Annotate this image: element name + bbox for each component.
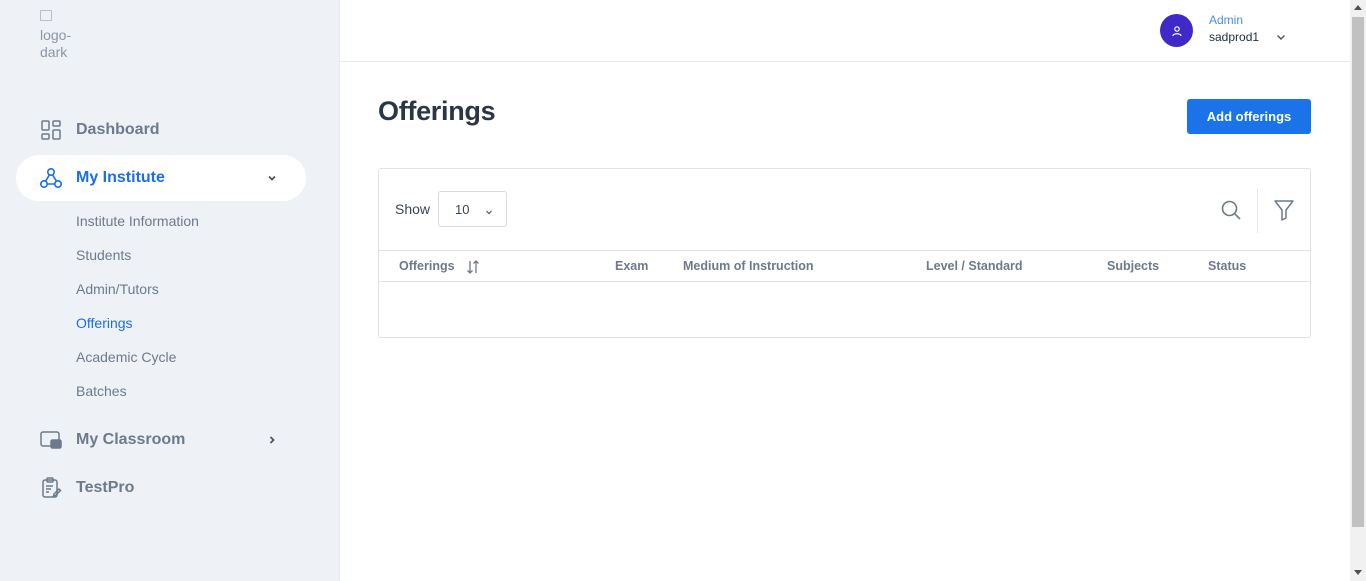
classroom-icon [40,429,62,451]
sidebar-item-label: My Classroom [76,431,186,448]
user-role: Admin [1209,13,1244,27]
testpro-icon [40,477,62,499]
column-header-subjects: Subjects [1107,259,1160,273]
filter-icon[interactable] [1272,198,1296,222]
scroll-down-icon[interactable] [1354,570,1362,575]
scroll-thumb[interactable] [1352,17,1364,527]
institute-icon [40,167,62,189]
page-size-value: 10 [455,201,470,217]
vertical-scrollbar[interactable] [1350,0,1366,581]
page-title: Offerings [378,96,496,126]
add-offerings-button[interactable]: Add offerings [1187,99,1311,134]
sidebar-item-my-classroom[interactable]: My Classroom [16,417,306,463]
offerings-table-card: Show 10 Offerings Exam Medium of Instruc… [378,168,1311,338]
search-icon[interactable] [1220,199,1242,221]
show-label: Show [395,201,431,217]
column-header-medium-of-instruction: Medium of Instruction [683,259,814,273]
column-header-status: Status [1208,259,1247,273]
top-header: Admin sadprod1 [340,0,1350,62]
sidebar-subitem-batches[interactable]: Batches [76,383,127,399]
sidebar-subitem-offerings[interactable]: Offerings [76,315,133,331]
chevron-down-icon [264,170,280,186]
sidebar-subitem-students[interactable]: Students [76,247,131,263]
column-header-exam: Exam [615,259,649,273]
logo-alt-text: logo-dark [40,27,72,58]
sidebar-subitem-academic-cycle[interactable]: Academic Cycle [76,349,176,365]
user-name[interactable]: sadprod1 [1209,30,1259,44]
column-header-offerings[interactable]: Offerings [399,259,455,273]
column-header-level-standard: Level / Standard [926,259,1023,273]
scroll-up-icon[interactable] [1354,5,1362,10]
sidebar-subitem-institute-information[interactable]: Institute Information [76,213,199,229]
chevron-right-icon [264,432,280,448]
sidebar-item-label: TestPro [76,479,135,496]
avatar[interactable] [1160,14,1193,47]
sidebar-item-label: My Institute [76,169,165,186]
sidebar-subitem-admin-tutors[interactable]: Admin/Tutors [76,281,159,297]
sort-icon[interactable] [465,259,481,275]
table-header: Offerings Exam Medium of Instruction Lev… [379,250,1310,282]
sidebar-item-testpro[interactable]: TestPro [16,465,306,511]
sidebar: logo-dark Dashboard My Institute Institu… [0,0,340,581]
broken-image-icon [40,10,52,21]
toolbar-divider [1257,189,1258,233]
sidebar-item-label: Dashboard [76,121,160,138]
dashboard-icon [40,119,62,141]
page-size-select[interactable]: 10 [438,191,507,227]
chevron-down-icon [484,205,494,215]
user-icon [1171,25,1182,36]
sidebar-item-dashboard[interactable]: Dashboard [16,107,306,153]
chevron-down-icon[interactable] [1274,30,1288,44]
logo[interactable]: logo-dark [40,10,80,58]
sidebar-item-my-institute[interactable]: My Institute [16,155,306,201]
